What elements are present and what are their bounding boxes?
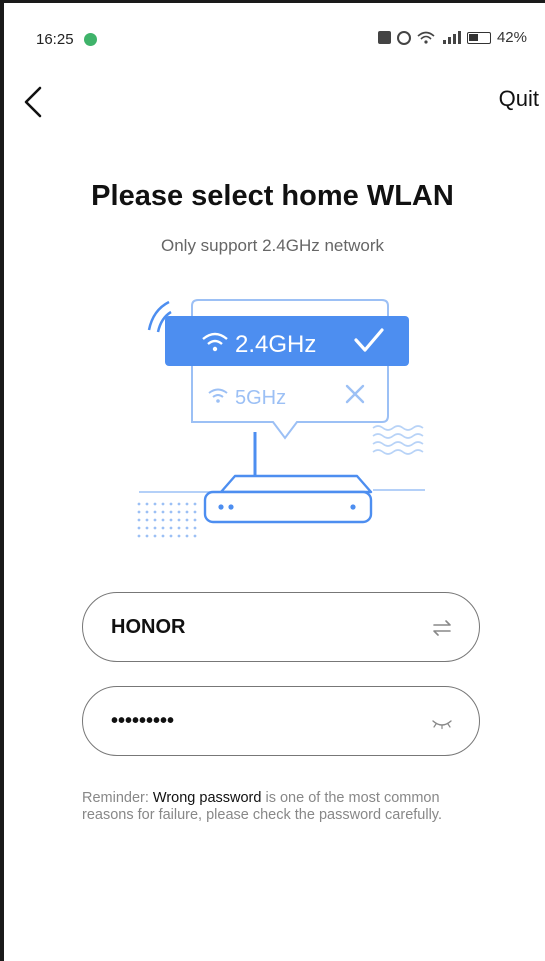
reminder-prefix: Reminder: — [82, 790, 153, 806]
status-time: 16:25 — [36, 31, 74, 48]
page-subtitle: Only support 2.4GHz network — [161, 236, 384, 255]
dots-decoration — [137, 502, 197, 538]
reminder-emphasis: Wrong password — [152, 790, 262, 806]
status-bar: 16:25 42% — [0, 0, 545, 60]
swap-arrows-icon[interactable] — [429, 615, 455, 641]
status-icons: 42% — [377, 29, 527, 46]
screen-border-left — [0, 0, 4, 961]
band-24ghz-label: 2.4GHz — [235, 331, 316, 358]
eye-closed-icon[interactable] — [429, 709, 455, 735]
password-field[interactable] — [82, 686, 480, 756]
quit-button[interactable]: Quit — [499, 86, 539, 112]
location-icon — [84, 33, 97, 46]
page-title: Please select home WLAN — [91, 180, 454, 212]
router-icon — [203, 474, 373, 524]
signal-icon — [442, 31, 461, 44]
reminder-text: Reminder: Wrong password is one of the m… — [82, 790, 462, 824]
back-button[interactable] — [18, 82, 58, 126]
wifi-icon — [417, 31, 435, 44]
notification-icon — [377, 31, 391, 44]
battery-icon — [466, 31, 491, 44]
wifi-name-field[interactable] — [82, 592, 480, 662]
nfc-icon — [396, 30, 411, 45]
password-input[interactable] — [109, 709, 413, 734]
battery-percent: 42% — [496, 29, 527, 46]
chevron-left-icon — [24, 86, 42, 118]
band-5ghz-label: 5GHz — [235, 387, 286, 409]
wave-decoration — [372, 425, 424, 455]
router-band-illustration: 2.4GHz 5GHz — [137, 299, 425, 538]
wifi-name-input[interactable] — [109, 615, 413, 640]
